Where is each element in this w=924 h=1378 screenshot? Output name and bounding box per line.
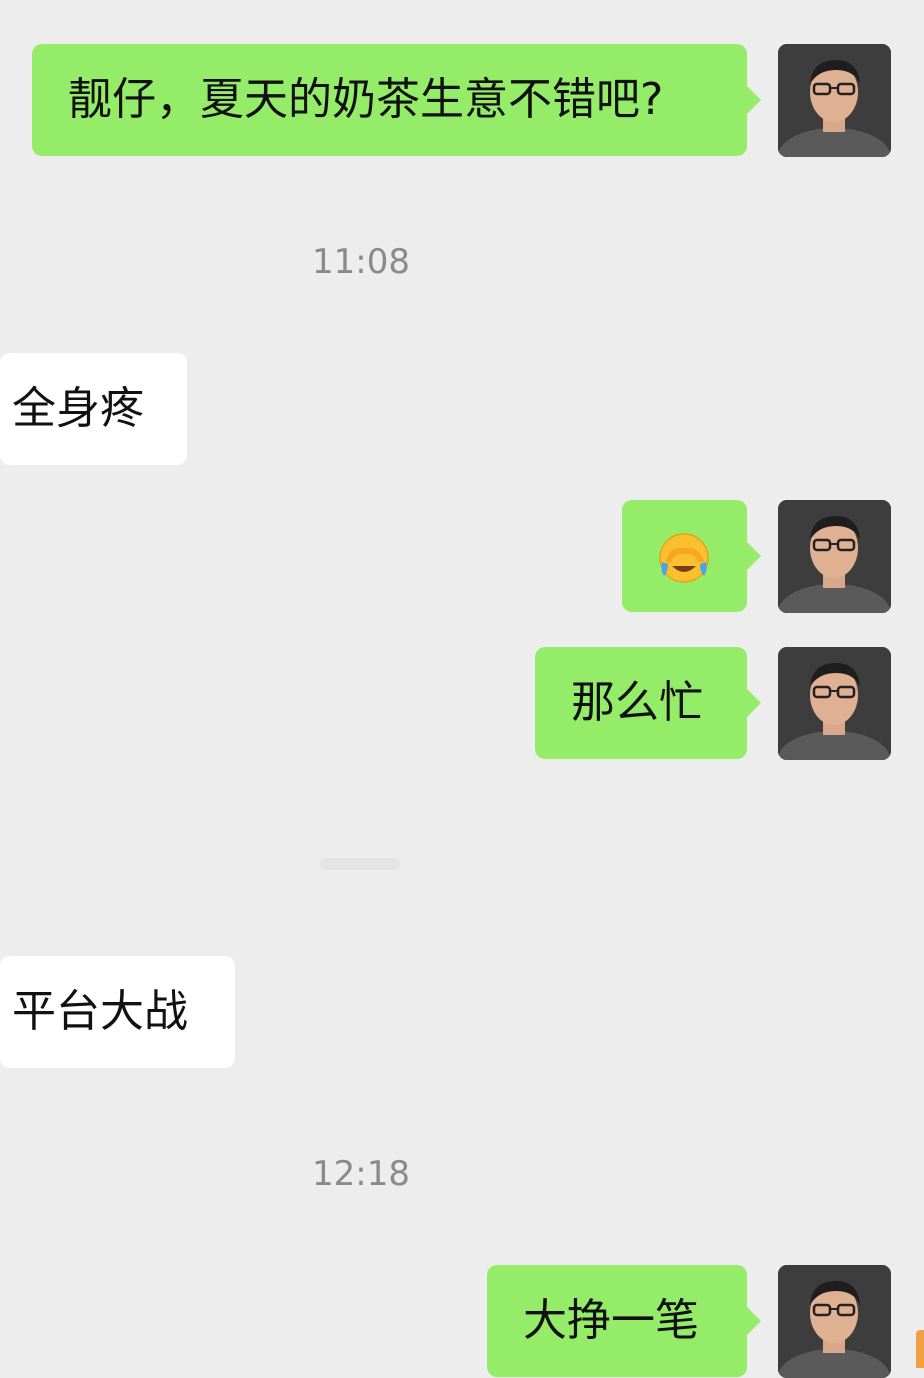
message-text: 靓仔，夏天的奶茶生意不错吧?	[68, 74, 664, 125]
received-message-bubble[interactable]: 平台大战	[0, 956, 235, 1068]
message-text: 大挣一笔	[523, 1295, 699, 1346]
message-text: 平台大战	[12, 986, 188, 1037]
face-palm-crying-emoji-icon	[659, 533, 709, 583]
user-avatar-icon	[778, 647, 891, 760]
avatar[interactable]	[778, 1265, 891, 1378]
user-avatar-icon	[778, 44, 891, 157]
sent-message-bubble[interactable]: 大挣一笔	[487, 1265, 761, 1377]
faded-placeholder	[320, 858, 400, 870]
timestamp: 11:08	[312, 242, 410, 282]
user-avatar-icon	[778, 500, 891, 613]
message-text: 全身疼	[12, 383, 144, 434]
message-text: 那么忙	[571, 677, 703, 728]
scroll-indicator[interactable]	[916, 1330, 924, 1368]
avatar[interactable]	[778, 500, 891, 613]
timestamp: 12:18	[312, 1154, 410, 1194]
avatar[interactable]	[778, 44, 891, 157]
received-message-bubble[interactable]: 全身疼	[0, 353, 187, 465]
sent-message-bubble[interactable]: 靓仔，夏天的奶茶生意不错吧?	[32, 44, 761, 156]
sent-message-bubble[interactable]: 那么忙	[535, 647, 761, 759]
avatar[interactable]	[778, 647, 891, 760]
user-avatar-icon	[778, 1265, 891, 1378]
